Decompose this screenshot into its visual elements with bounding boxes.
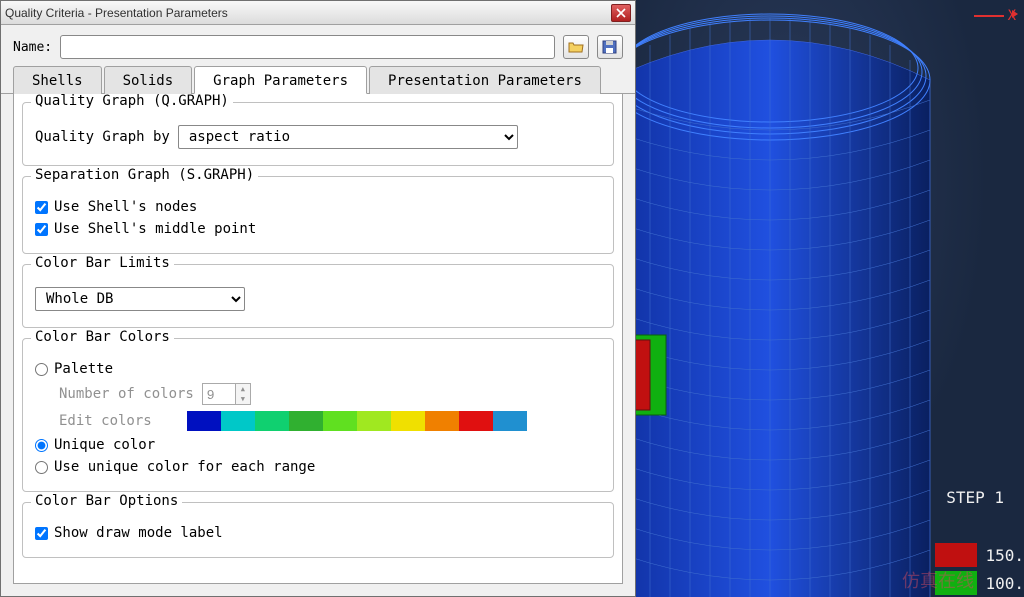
close-button[interactable] xyxy=(611,4,631,22)
color-swatch[interactable] xyxy=(323,411,357,431)
use-shell-middle-input[interactable] xyxy=(35,223,48,236)
color-bar-limits-select[interactable]: Whole DB xyxy=(35,287,245,311)
show-draw-mode-input[interactable] xyxy=(35,527,48,540)
use-shell-middle-checkbox[interactable]: Use Shell's middle point xyxy=(35,221,256,237)
legend-swatch xyxy=(935,543,977,567)
quality-criteria-dialog: Quality Criteria - Presentation Paramete… xyxy=(0,0,636,597)
each-range-radio-input[interactable] xyxy=(35,461,48,474)
color-swatch[interactable] xyxy=(493,411,527,431)
num-colors-spinner[interactable]: ▲ ▼ xyxy=(202,383,251,405)
color-swatch[interactable] xyxy=(221,411,255,431)
color-palette[interactable] xyxy=(187,411,527,431)
num-colors-label: Number of colors xyxy=(59,386,194,402)
legend-row: 150. xyxy=(935,541,1024,569)
checkbox-label: Use Shell's middle point xyxy=(54,221,256,237)
group-title: Color Bar Colors xyxy=(31,329,174,345)
quality-graph-by-select[interactable]: aspect ratio xyxy=(178,125,518,149)
step-label: STEP 1 xyxy=(946,488,1004,507)
use-shell-nodes-checkbox[interactable]: Use Shell's nodes xyxy=(35,199,197,215)
legend-value: 100. xyxy=(985,574,1024,593)
checkbox-label: Use Shell's nodes xyxy=(54,199,197,215)
window-title: Quality Criteria - Presentation Paramete… xyxy=(5,6,611,20)
color-swatch[interactable] xyxy=(255,411,289,431)
name-input[interactable] xyxy=(60,35,555,59)
radio-label: Unique color xyxy=(54,437,155,453)
group-title: Quality Graph (Q.GRAPH) xyxy=(31,94,233,109)
name-label: Name: xyxy=(13,40,52,55)
legend-value: 150. xyxy=(985,546,1024,565)
quality-graph-by-label: Quality Graph by xyxy=(35,129,170,145)
folder-icon xyxy=(568,40,584,54)
use-shell-nodes-input[interactable] xyxy=(35,201,48,214)
mesh-display xyxy=(630,0,1024,597)
group-title: Color Bar Limits xyxy=(31,255,174,271)
color-swatch[interactable] xyxy=(357,411,391,431)
spinner-down[interactable]: ▼ xyxy=(236,394,250,404)
color-swatch[interactable] xyxy=(459,411,493,431)
color-swatch[interactable] xyxy=(187,411,221,431)
save-button[interactable] xyxy=(597,35,623,59)
color-swatch[interactable] xyxy=(425,411,459,431)
group-title: Color Bar Options xyxy=(31,493,182,509)
viewport-3d[interactable]: X STEP 1 150. 100. 仿真在线 xyxy=(630,0,1024,597)
each-range-radio[interactable]: Use unique color for each range xyxy=(35,459,315,475)
tab-graph-parameters[interactable]: Graph Parameters xyxy=(194,66,367,94)
unique-color-radio-input[interactable] xyxy=(35,439,48,452)
palette-radio[interactable]: Palette xyxy=(35,361,113,377)
group-title: Separation Graph (S.GRAPH) xyxy=(31,167,258,183)
spinner-up[interactable]: ▲ xyxy=(236,384,250,394)
unique-color-radio[interactable]: Unique color xyxy=(35,437,155,453)
group-quality-graph: Quality Graph (Q.GRAPH) Quality Graph by… xyxy=(22,102,614,166)
show-draw-mode-checkbox[interactable]: Show draw mode label xyxy=(35,525,223,541)
group-color-bar-options: Color Bar Options Show draw mode label xyxy=(22,502,614,558)
checkbox-label: Show draw mode label xyxy=(54,525,223,541)
radio-label: Use unique color for each range xyxy=(54,459,315,475)
close-icon xyxy=(616,8,626,18)
group-color-bar-limits: Color Bar Limits Whole DB xyxy=(22,264,614,328)
tab-solids[interactable]: Solids xyxy=(104,66,193,94)
titlebar[interactable]: Quality Criteria - Presentation Paramete… xyxy=(1,1,635,25)
floppy-icon xyxy=(602,40,618,54)
radio-label: Palette xyxy=(54,361,113,377)
group-separation-graph: Separation Graph (S.GRAPH) Use Shell's n… xyxy=(22,176,614,254)
group-color-bar-colors: Color Bar Colors Palette Number of color… xyxy=(22,338,614,492)
num-colors-input[interactable] xyxy=(202,383,236,405)
tab-shells[interactable]: Shells xyxy=(13,66,102,94)
tab-presentation-parameters[interactable]: Presentation Parameters xyxy=(369,66,601,94)
edit-colors-label: Edit colors xyxy=(59,413,179,429)
color-swatch[interactable] xyxy=(289,411,323,431)
tabs: Shells Solids Graph Parameters Presentat… xyxy=(1,65,635,94)
open-button[interactable] xyxy=(563,35,589,59)
tab-content: Quality Graph (Q.GRAPH) Quality Graph by… xyxy=(13,94,623,584)
watermark: 仿真在线 xyxy=(902,567,974,593)
color-swatch[interactable] xyxy=(391,411,425,431)
axis-x-label: X xyxy=(974,8,1016,24)
palette-radio-input[interactable] xyxy=(35,363,48,376)
